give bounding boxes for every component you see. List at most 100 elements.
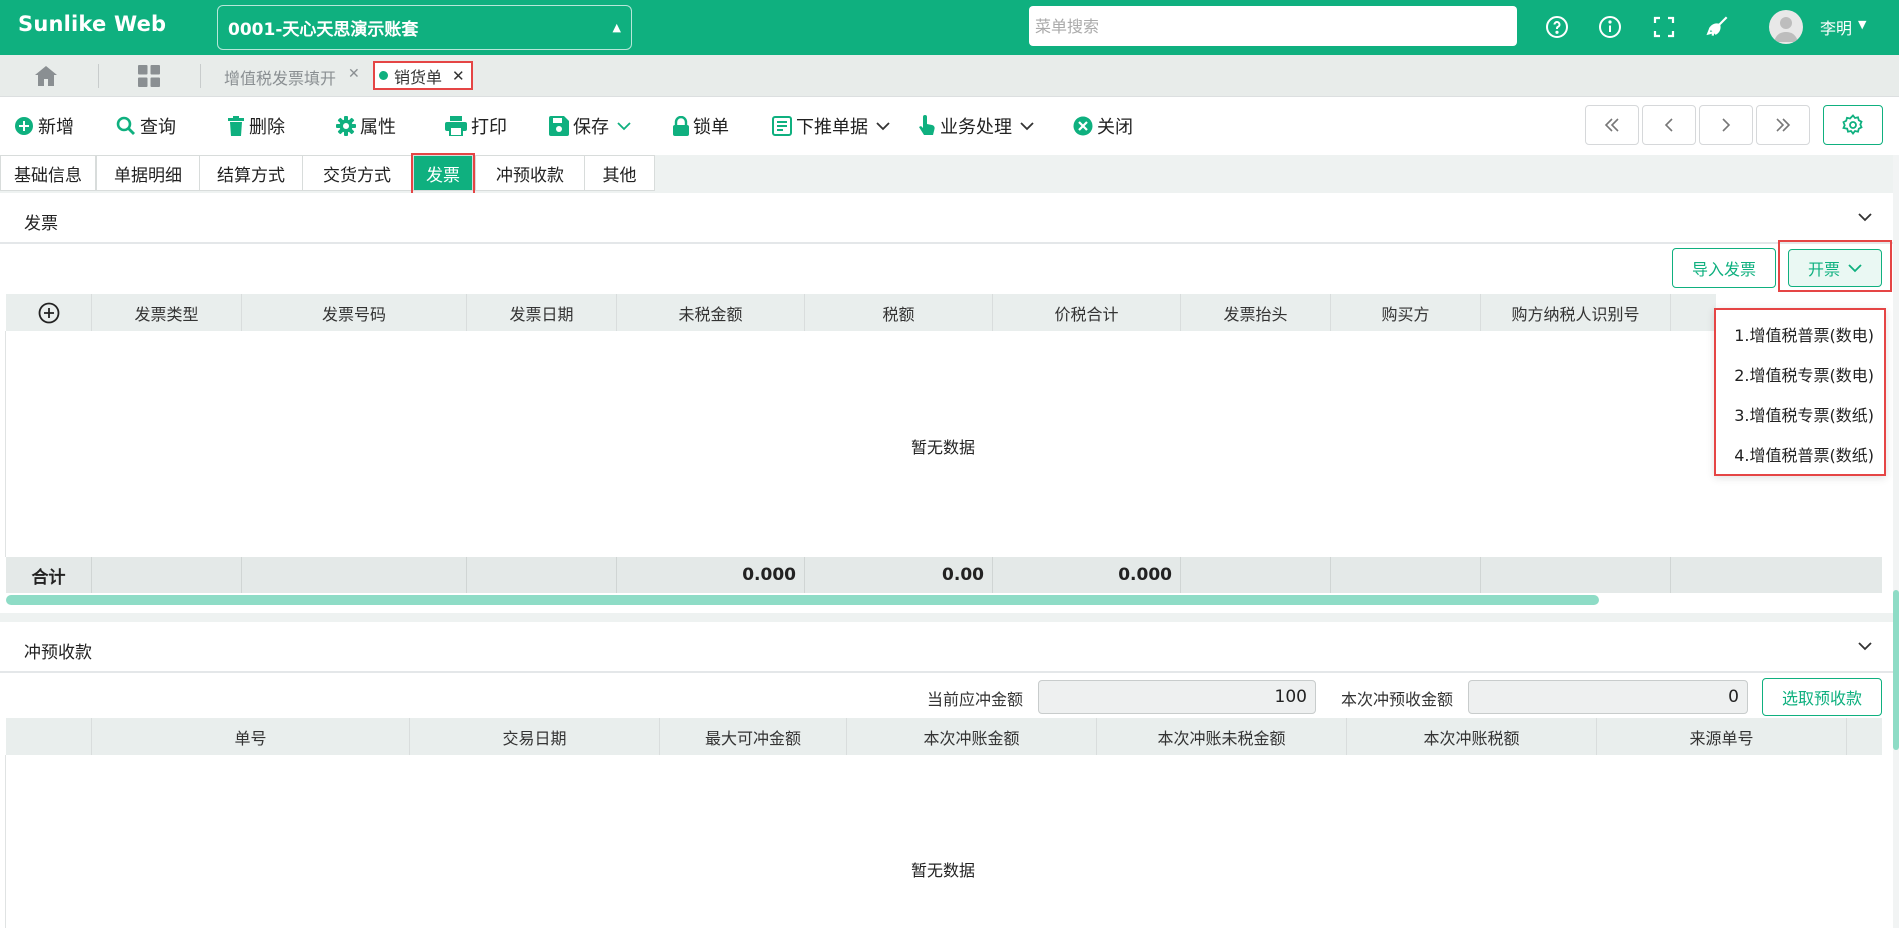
business-process-button[interactable]: 业务处理 [918, 111, 1038, 141]
current-offset-field[interactable] [1038, 680, 1316, 714]
this-offset-label: 本次冲预收金额 [1341, 690, 1454, 709]
apps-grid-icon[interactable] [138, 65, 160, 91]
chevron-right-icon [1722, 118, 1731, 132]
push-down-label: 下推单据 [796, 117, 868, 138]
caret-down-icon[interactable]: ▼ [1858, 18, 1866, 31]
total-cell [242, 557, 467, 593]
column-header[interactable]: 发票抬头 [1181, 294, 1331, 331]
column-header[interactable]: 本次冲账未税金额 [1097, 718, 1347, 755]
settings-button[interactable] [1823, 105, 1883, 145]
menu-search-input[interactable] [1029, 6, 1517, 46]
this-offset-field[interactable] [1468, 680, 1748, 714]
new-button[interactable]: 新增 [14, 111, 74, 141]
section-tab-other[interactable]: 其他 [584, 155, 655, 191]
printer-icon [445, 116, 467, 136]
tab-label: 销货单 [394, 67, 443, 87]
section-tab-prepayment-offset[interactable]: 冲预收款 [475, 155, 585, 191]
help-icon[interactable] [1542, 12, 1572, 42]
lock-label: 锁单 [693, 117, 729, 138]
column-header[interactable]: 未税金额 [617, 294, 805, 331]
column-header[interactable]: 购方纳税人识别号 [1481, 294, 1671, 331]
total-tax: 0.00 [805, 557, 993, 593]
save-label: 保存 [573, 117, 609, 138]
empty-placeholder: 暂无数据 [911, 438, 976, 457]
menu-item-vat-normal-paper[interactable]: 4.增值税普票(数纸) [1734, 442, 1874, 466]
menu-item-vat-special-digital[interactable]: 2.增值税专票(数电) [1734, 362, 1874, 386]
close-button[interactable]: 关闭 [1073, 111, 1133, 141]
print-button[interactable]: 打印 [445, 111, 507, 141]
next-record-button[interactable] [1699, 105, 1753, 145]
total-label: 合计 [6, 557, 92, 593]
tab-sales-order[interactable]: 销货单 ✕ [373, 61, 473, 90]
column-header[interactable]: 发票号码 [242, 294, 467, 331]
select-prepayment-button[interactable]: 选取预收款 [1762, 678, 1882, 716]
lock-icon [673, 116, 689, 136]
column-header[interactable]: 购买方 [1331, 294, 1481, 331]
broom-icon[interactable] [1703, 12, 1733, 42]
prepayment-panel-title: 冲预收款 [24, 643, 92, 663]
query-label: 查询 [140, 117, 176, 138]
gear-icon [1842, 114, 1863, 135]
delete-label: 删除 [249, 117, 285, 138]
section-tab-settlement[interactable]: 结算方式 [199, 155, 303, 191]
issue-invoice-button[interactable]: 开票 [1788, 249, 1882, 287]
user-name[interactable]: 李明 [1820, 15, 1852, 39]
save-button[interactable]: 保存 [549, 111, 635, 141]
properties-button[interactable]: 属性 [336, 111, 396, 141]
account-selector[interactable]: 0001-天心天思演示账套 ▲ [217, 5, 632, 50]
table-border [5, 755, 6, 928]
push-down-button[interactable]: 下推单据 [772, 111, 894, 141]
empty-placeholder: 暂无数据 [911, 861, 976, 880]
double-chevron-left-icon [1604, 118, 1619, 132]
current-offset-label: 当前应冲金额 [927, 690, 1024, 709]
divider [0, 671, 1893, 673]
add-circle-icon [38, 302, 59, 323]
query-button[interactable]: 查询 [116, 111, 176, 141]
horizontal-scrollbar[interactable] [6, 595, 1599, 605]
table-border [5, 331, 6, 557]
user-avatar[interactable] [1769, 10, 1803, 44]
close-icon[interactable]: ✕ [348, 66, 360, 82]
floppy-icon [549, 116, 569, 136]
close-icon[interactable]: ✕ [452, 67, 465, 85]
add-row-cell[interactable] [6, 294, 92, 331]
new-label: 新增 [38, 117, 74, 138]
double-chevron-right-icon [1776, 118, 1791, 132]
previous-record-button[interactable] [1642, 105, 1696, 145]
chevron-down-icon[interactable] [1858, 639, 1872, 655]
column-header[interactable]: 交易日期 [410, 718, 660, 755]
section-tab-document-details[interactable]: 单据明细 [96, 155, 200, 191]
column-header[interactable]: 税额 [805, 294, 993, 331]
document-list-icon [772, 116, 792, 136]
menu-item-vat-normal-digital[interactable]: 1.增值税普票(数电) [1734, 322, 1874, 346]
chevron-left-icon [1664, 118, 1673, 132]
fullscreen-icon[interactable] [1649, 12, 1679, 42]
import-invoice-button[interactable]: 导入发票 [1672, 248, 1776, 288]
column-header[interactable]: 发票日期 [467, 294, 617, 331]
menu-item-vat-special-paper[interactable]: 3.增值税专票(数纸) [1734, 402, 1874, 426]
tab-invoice-fill[interactable]: 增值税发票填开 [224, 65, 336, 89]
last-record-button[interactable] [1756, 105, 1810, 145]
tab-divider [98, 64, 99, 88]
properties-label: 属性 [360, 117, 396, 138]
total-cell [92, 557, 242, 593]
prepayment-panel [0, 622, 1893, 928]
section-tab-basic-info[interactable]: 基础信息 [0, 155, 96, 191]
print-label: 打印 [471, 117, 507, 138]
column-header[interactable]: 本次冲账税额 [1347, 718, 1597, 755]
column-header[interactable]: 本次冲账金额 [847, 718, 1097, 755]
section-tab-delivery[interactable]: 交货方式 [302, 155, 412, 191]
first-record-button[interactable] [1585, 105, 1639, 145]
column-header[interactable]: 最大可冲金额 [660, 718, 847, 755]
vertical-scrollbar-thumb[interactable] [1893, 590, 1899, 750]
column-header[interactable]: 来源单号 [1597, 718, 1847, 755]
chevron-down-icon[interactable] [1858, 210, 1872, 226]
chevron-down-icon [617, 122, 631, 131]
info-icon[interactable] [1595, 12, 1625, 42]
column-header[interactable]: 单号 [92, 718, 410, 755]
delete-button[interactable]: 删除 [227, 111, 285, 141]
column-header[interactable]: 价税合计 [993, 294, 1181, 331]
column-header[interactable]: 发票类型 [92, 294, 242, 331]
home-icon[interactable] [34, 65, 58, 91]
lock-button[interactable]: 锁单 [673, 111, 729, 141]
